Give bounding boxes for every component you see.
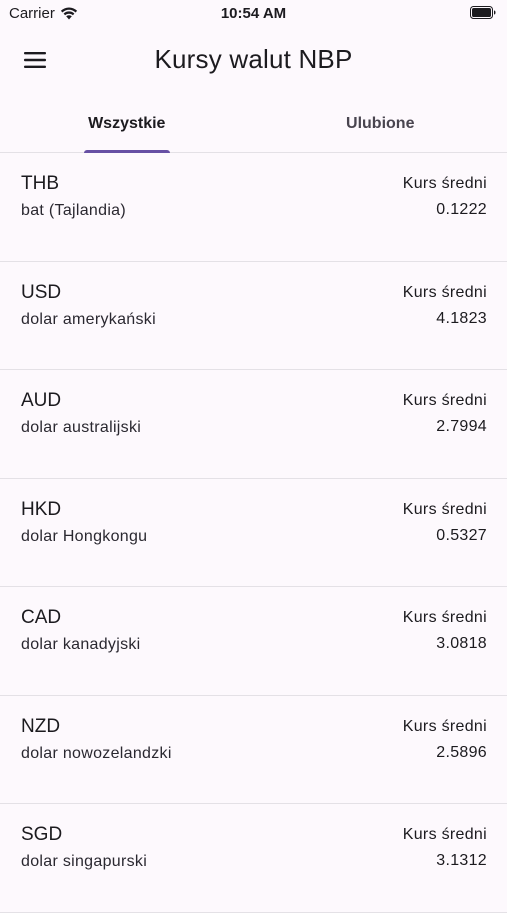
rate-label: Kurs średni — [403, 284, 487, 302]
rate-value: 3.1312 — [436, 852, 487, 870]
currency-code: THB — [21, 173, 59, 195]
rate-value: 3.0818 — [436, 635, 487, 653]
currency-name: dolar nowozelandzki — [21, 745, 172, 763]
tab-bar: Wszystkie Ulubione — [0, 95, 507, 153]
currency-name: bat (Tajlandia) — [21, 202, 126, 220]
status-bar: Carrier 10:54 AM — [0, 0, 507, 30]
currency-list: THB bat (Tajlandia) Kurs średni 0.1222 U… — [0, 153, 507, 913]
rate-value: 0.1222 — [436, 201, 487, 219]
currency-row-nzd[interactable]: NZD dolar nowozelandzki Kurs średni 2.58… — [0, 696, 507, 805]
currency-code: CAD — [21, 607, 61, 629]
currency-name: dolar kanadyjski — [21, 636, 141, 654]
tab-favorites[interactable]: Ulubione — [254, 95, 507, 152]
currency-row-cad[interactable]: CAD dolar kanadyjski Kurs średni 3.0818 — [0, 587, 507, 696]
rate-label: Kurs średni — [403, 501, 487, 519]
rate-value: 2.7994 — [436, 418, 487, 436]
currency-code: SGD — [21, 824, 62, 846]
app-bar: Kursy walut NBP — [0, 30, 507, 92]
rate-value: 2.5896 — [436, 744, 487, 762]
currency-row-hkd[interactable]: HKD dolar Hongkongu Kurs średni 0.5327 — [0, 479, 507, 588]
currency-name: dolar amerykański — [21, 311, 156, 329]
rate-label: Kurs średni — [403, 609, 487, 627]
page-title: Kursy walut NBP — [0, 44, 507, 75]
currency-row-thb[interactable]: THB bat (Tajlandia) Kurs średni 0.1222 — [0, 153, 507, 262]
currency-name: dolar singapurski — [21, 853, 147, 871]
currency-code: NZD — [21, 716, 60, 738]
rate-label: Kurs średni — [403, 175, 487, 193]
rate-value: 4.1823 — [436, 310, 487, 328]
tab-favorites-label: Ulubione — [346, 115, 414, 133]
tab-all[interactable]: Wszystkie — [0, 95, 254, 152]
currency-row-aud[interactable]: AUD dolar australijski Kurs średni 2.799… — [0, 370, 507, 479]
rate-label: Kurs średni — [403, 392, 487, 410]
rate-label: Kurs średni — [403, 718, 487, 736]
currency-code: AUD — [21, 390, 61, 412]
currency-name: dolar australijski — [21, 419, 141, 437]
tab-all-label: Wszystkie — [88, 115, 165, 133]
rate-value: 0.5327 — [436, 527, 487, 545]
rate-label: Kurs średni — [403, 826, 487, 844]
currency-code: HKD — [21, 499, 61, 521]
currency-code: USD — [21, 282, 61, 304]
battery-icon — [470, 6, 496, 19]
status-time: 10:54 AM — [0, 5, 507, 22]
currency-row-sgd[interactable]: SGD dolar singapurski Kurs średni 3.1312 — [0, 804, 507, 913]
currency-name: dolar Hongkongu — [21, 528, 147, 546]
currency-row-usd[interactable]: USD dolar amerykański Kurs średni 4.1823 — [0, 262, 507, 371]
